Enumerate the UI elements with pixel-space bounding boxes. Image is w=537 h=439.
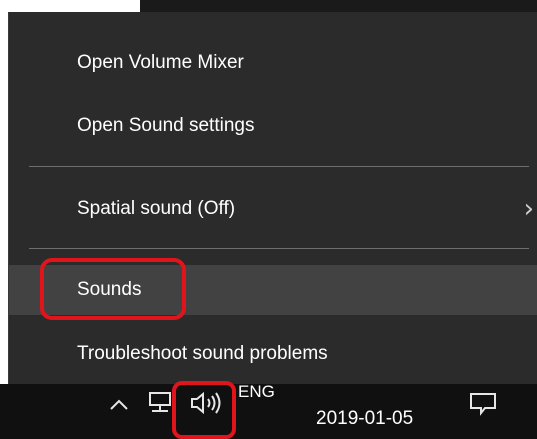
menu-item-label: Open Volume Mixer (77, 52, 244, 73)
volume-icon[interactable] (188, 390, 226, 420)
menu-item-sounds[interactable]: Sounds (9, 265, 537, 315)
network-icon[interactable] (146, 390, 174, 418)
menu-item-label: Open Sound settings (77, 115, 255, 136)
network-icon-svg (149, 392, 171, 412)
menu-item-open-volume-mixer[interactable]: Open Volume Mixer (9, 38, 537, 88)
notification-icon[interactable] (468, 390, 498, 420)
screen: Open Volume Mixer Open Sound settings Sp… (0, 0, 537, 439)
submenu-chevron-icon: › (523, 194, 534, 224)
chevron-up-icon[interactable] (108, 394, 130, 418)
chevron-up-icon-svg (110, 399, 128, 410)
menu-separator (29, 166, 529, 167)
menu-item-open-sound-settings[interactable]: Open Sound settings (9, 101, 537, 151)
sound-context-menu: Open Volume Mixer Open Sound settings Sp… (8, 12, 537, 384)
language-indicator[interactable]: ENG (238, 382, 275, 402)
notification-icon-svg (470, 393, 496, 416)
menu-separator (29, 248, 529, 249)
menu-item-troubleshoot-sound[interactable]: Troubleshoot sound problems (9, 329, 537, 379)
volume-icon-svg (191, 391, 221, 415)
menu-item-label: Sounds (77, 279, 142, 300)
menu-item-label: Spatial sound (Off) (77, 198, 236, 219)
taskbar-date[interactable]: 2019-01-05 (316, 408, 413, 430)
menu-item-spatial-sound[interactable]: Spatial sound (Off) › (9, 184, 537, 234)
menu-item-label: Troubleshoot sound problems (77, 343, 328, 364)
taskbar: ENG 2019-01-05 (0, 382, 537, 439)
